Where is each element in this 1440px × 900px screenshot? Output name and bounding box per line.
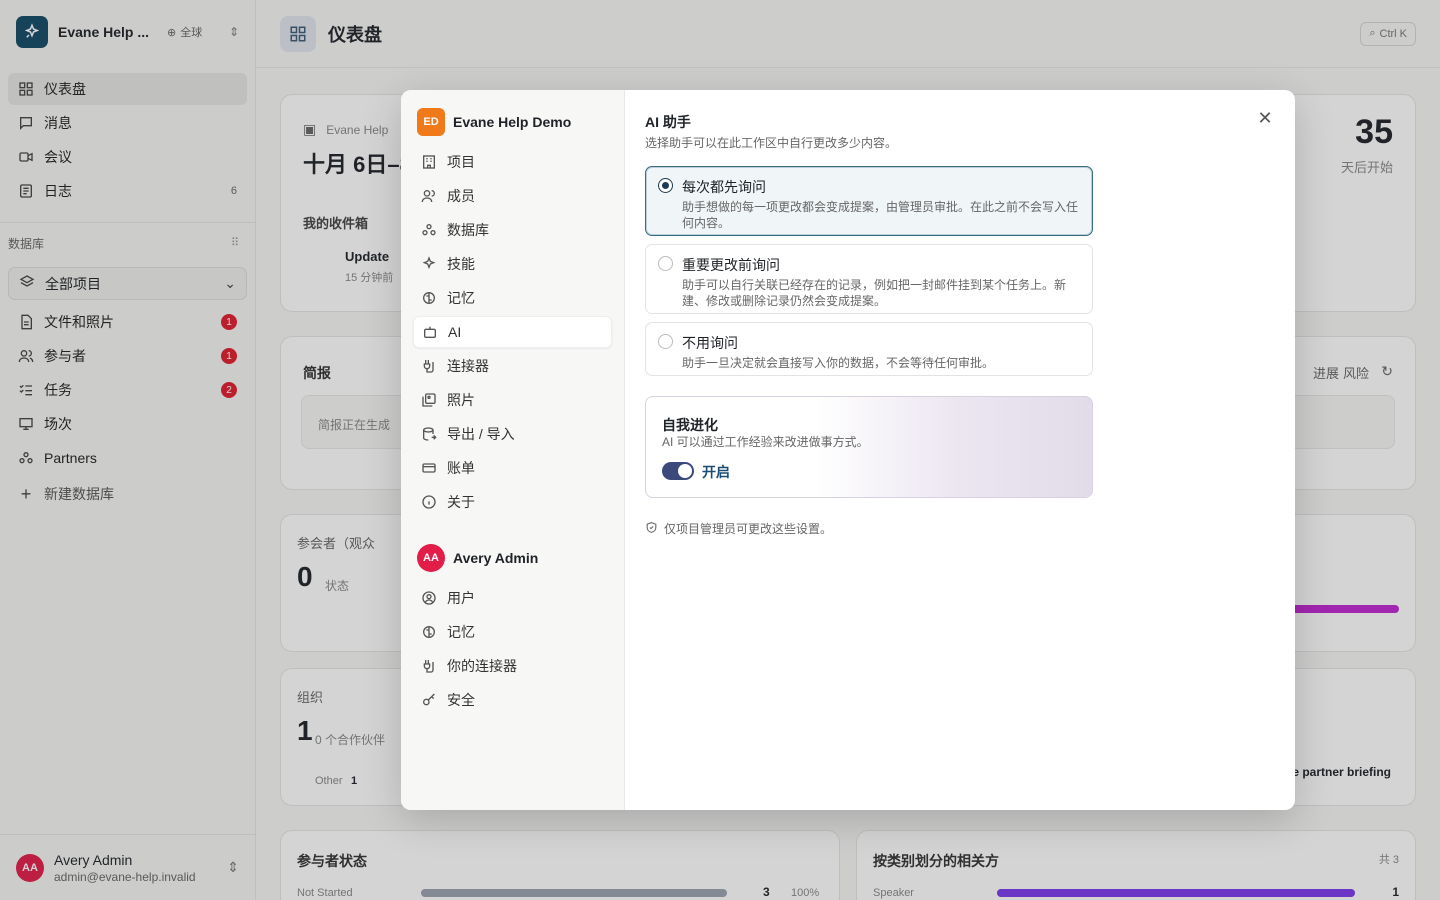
self-evolution-title: 自我进化 [662, 417, 718, 433]
avatar: AA [417, 544, 445, 572]
settings-item-label: 用户 [447, 590, 475, 606]
settings-item-label: 照片 [447, 392, 475, 408]
option-title: 每次都先询问 [682, 179, 766, 195]
workspace-name: Evane Help Demo [453, 114, 572, 130]
settings-modal: ED Evane Help Demo 项目 成员 数据库 技能 记忆 AI 连接… [401, 90, 1295, 810]
settings-item-label: 导出 / 导入 [447, 426, 515, 442]
workspace-settings-nav: 项目 成员 数据库 技能 记忆 AI 连接器 照片 导出 / 导入 账单 关于 [413, 146, 612, 520]
settings-item-security[interactable]: 安全 [413, 684, 612, 716]
settings-item-label: 记忆 [447, 290, 475, 306]
settings-item-about[interactable]: 关于 [413, 486, 612, 518]
plug-icon [421, 358, 437, 374]
settings-workspace-header: ED Evane Help Demo [417, 108, 571, 136]
self-evolution-toggle[interactable] [662, 462, 694, 480]
option-title: 重要更改前询问 [682, 257, 780, 273]
info-icon [421, 494, 437, 510]
settings-item-user-memory[interactable]: 记忆 [413, 616, 612, 648]
sparkle-icon [421, 256, 437, 272]
settings-item-projects[interactable]: 项目 [413, 146, 612, 178]
option-title: 不用询问 [682, 335, 738, 351]
settings-item-label: 连接器 [447, 358, 489, 374]
settings-sidebar: ED Evane Help Demo 项目 成员 数据库 技能 记忆 AI 连接… [401, 90, 625, 810]
user-circle-icon [421, 590, 437, 606]
images-icon [421, 392, 437, 408]
plug-icon [421, 658, 437, 674]
settings-item-label: 项目 [447, 154, 475, 170]
admin-note-text: 仅项目管理员可更改这些设置。 [664, 522, 833, 536]
admin-note: 仅项目管理员可更改这些设置。 [645, 520, 832, 537]
settings-item-photos[interactable]: 照片 [413, 384, 612, 416]
brain-icon [421, 290, 437, 306]
brain-icon [421, 624, 437, 640]
settings-item-label: 数据库 [447, 222, 489, 238]
close-icon[interactable]: ✕ [1255, 108, 1275, 128]
user-name: Avery Admin [453, 550, 539, 566]
settings-item-label: 关于 [447, 494, 475, 510]
option-desc: 助手可以自行关联已经存在的记录，例如把一封邮件挂到某个任务上。新建、修改或删除记… [682, 278, 1067, 308]
settings-item-ai[interactable]: AI [413, 316, 612, 348]
option-never-ask[interactable]: 不用询问 助手一旦决定就会直接写入你的数据，不会等待任何审批。 [645, 322, 1093, 376]
settings-item-your-connectors[interactable]: 你的连接器 [413, 650, 612, 682]
settings-item-memory[interactable]: 记忆 [413, 282, 612, 314]
self-evolution-card: 自我进化 AI 可以通过工作经验来改进做事方式。 开启 [645, 396, 1093, 498]
settings-user-header: AA Avery Admin [417, 544, 538, 572]
settings-item-label: AI [448, 324, 462, 340]
settings-item-billing[interactable]: 账单 [413, 452, 612, 484]
settings-item-export-import[interactable]: 导出 / 导入 [413, 418, 612, 450]
building-icon [421, 154, 437, 170]
settings-item-skills[interactable]: 技能 [413, 248, 612, 280]
settings-item-label: 账单 [447, 460, 475, 476]
settings-item-members[interactable]: 成员 [413, 180, 612, 212]
self-evolution-desc: AI 可以通过工作经验来改进做事方式。 [662, 435, 869, 449]
settings-item-label: 安全 [447, 692, 475, 708]
robot-icon [422, 324, 438, 340]
shield-check-icon [645, 521, 658, 537]
option-always-ask[interactable]: 每次都先询问 助手想做的每一项更改都会变成提案，由管理员审批。在此之前不会写入任… [645, 166, 1093, 236]
radio-selected[interactable] [658, 178, 673, 193]
database-export-icon [421, 426, 437, 442]
user-settings-nav: 用户 记忆 你的连接器 安全 [413, 582, 612, 718]
key-icon [421, 692, 437, 708]
settings-item-databases[interactable]: 数据库 [413, 214, 612, 246]
settings-item-user[interactable]: 用户 [413, 582, 612, 614]
ai-settings-title: AI 助手 [645, 114, 691, 130]
radio-unselected[interactable] [658, 256, 673, 271]
settings-item-label: 技能 [447, 256, 475, 272]
settings-item-label: 成员 [447, 188, 475, 204]
settings-item-connectors[interactable]: 连接器 [413, 350, 612, 382]
database-icon [421, 222, 437, 238]
option-desc: 助手想做的每一项更改都会变成提案，由管理员审批。在此之前不会写入任何内容。 [682, 200, 1079, 230]
option-ask-before-important[interactable]: 重要更改前询问 助手可以自行关联已经存在的记录，例如把一封邮件挂到某个任务上。新… [645, 244, 1093, 314]
ai-settings-subtitle: 选择助手可以在此工作区中自行更改多少内容。 [645, 136, 898, 150]
option-desc: 助手一旦决定就会直接写入你的数据，不会等待任何审批。 [682, 356, 995, 370]
radio-unselected[interactable] [658, 334, 673, 349]
credit-card-icon [421, 460, 437, 476]
settings-item-label: 记忆 [447, 624, 475, 640]
ai-settings-header: AI 助手 选择助手可以在此工作区中自行更改多少内容。 [645, 112, 1271, 151]
toggle-label: 开启 [702, 464, 730, 480]
settings-item-label: 你的连接器 [447, 658, 517, 674]
users-icon [421, 188, 437, 204]
workspace-avatar: ED [417, 108, 445, 136]
